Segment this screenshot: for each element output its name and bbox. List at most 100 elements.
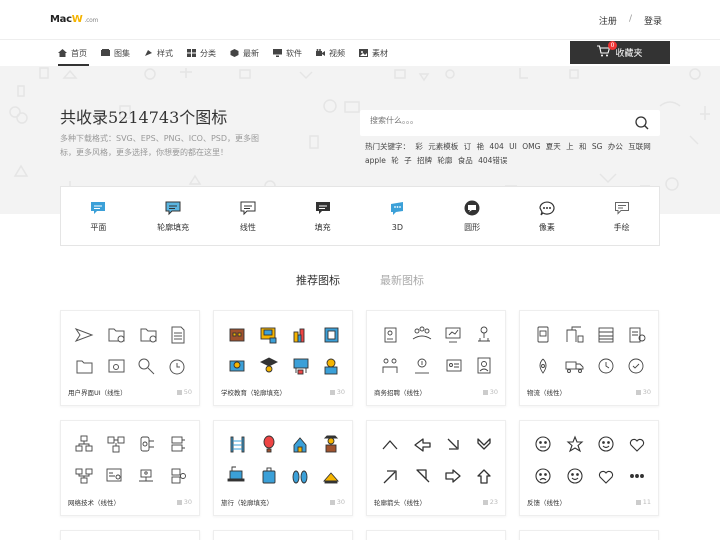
feedback-icons-preview (535, 435, 645, 484)
grid-icon (635, 389, 641, 395)
card-title: 旅行（轮廓填充） (221, 499, 273, 507)
video-icon (316, 49, 325, 57)
nav-material[interactable]: 素材 (359, 40, 402, 66)
search-icon[interactable] (634, 115, 650, 131)
category-outline-fill[interactable]: 轮廓填充 (136, 187, 211, 245)
category-label: 3D (391, 222, 403, 232)
category-filled[interactable]: 填充 (285, 187, 360, 245)
nav-latest[interactable]: 最新 (230, 40, 273, 66)
icon-set-card[interactable]: 物流（线性） 30 (519, 310, 659, 406)
icon-set-card[interactable]: 轮廓箭头（线性） 23 (366, 420, 506, 516)
icon-set-card[interactable] (60, 530, 200, 540)
card-count: 23 (482, 498, 498, 506)
nav-album[interactable]: 图集 (101, 40, 144, 66)
category-label: 手绘 (613, 222, 630, 232)
nav-style[interactable]: 样式 (144, 40, 187, 66)
category-3d[interactable]: 3D (360, 187, 435, 245)
tab-latest[interactable]: 最新图标 (380, 272, 424, 288)
category-label: 平面 (90, 222, 107, 232)
travel-icons-preview (227, 435, 339, 484)
outline-fill-chat-icon (165, 201, 181, 215)
top-bar: MacW .com 注册 / 登录 (0, 0, 720, 40)
register-link[interactable]: 注册 (599, 14, 617, 27)
nav-label: 分类 (200, 48, 216, 58)
icon-set-card[interactable] (519, 530, 659, 540)
card-title: 商务招聘（线性） (374, 389, 426, 397)
tab-recommended[interactable]: 推荐图标 (296, 272, 340, 288)
count-value: 30 (489, 388, 498, 396)
favorites-label: 收藏夹 (615, 49, 643, 59)
line-chat-icon (240, 201, 256, 215)
style-categories: 平面 轮廓填充 线性 填充 3D 圆形 像素 手绘 (60, 186, 660, 246)
login-link[interactable]: 登录 (644, 14, 662, 27)
hot-keywords[interactable]: 热门关键字： 彩 元素模板 订 艳 404 UI OMG 夏天 上 和 SG 办… (365, 140, 660, 168)
nav-label: 首页 (71, 48, 87, 58)
material-icon (359, 49, 368, 57)
search-box (360, 110, 660, 136)
category-handdrawn[interactable]: 手绘 (584, 187, 659, 245)
card-title: 用户界面UI（线性） (68, 389, 127, 397)
grid-icon (482, 389, 488, 395)
category-label: 轮廓填充 (157, 222, 190, 232)
style-icon (144, 49, 153, 57)
grid-icon (176, 499, 182, 505)
icon-set-card[interactable]: 商务招聘（线性） 30 (366, 310, 506, 406)
card-footer: 轮廓箭头（线性） 23 (374, 497, 498, 507)
logo-w: W (71, 14, 83, 25)
nav-label: 样式 (157, 48, 173, 58)
nav-video[interactable]: 视频 (316, 40, 359, 66)
grid-icon (635, 499, 641, 505)
grid-icon (176, 389, 182, 395)
logo[interactable]: MacW .com (50, 14, 98, 25)
icon-set-card[interactable]: 网络技术（线性） 30 (60, 420, 200, 516)
section-tabs: 推荐图标 最新图标 (0, 272, 720, 288)
arrow-icons-preview (382, 438, 491, 484)
card-footer: 旅行（轮廓填充） 30 (221, 497, 345, 507)
nav-home[interactable]: 首页 (58, 40, 101, 66)
card-title: 反馈（线性） (527, 499, 566, 507)
card-count: 11 (635, 498, 651, 506)
card-count: 50 (176, 388, 192, 396)
hero-subtitle: 多种下载格式：SVG、EPS、PNG、ICO、PSD，更多图标，更多风格，更多选… (60, 134, 260, 157)
category-pixel[interactable]: 像素 (510, 187, 585, 245)
auth-links: 注册 / 登录 (599, 14, 662, 27)
logo-domain: .com (84, 17, 98, 24)
education-icons-preview (229, 327, 339, 375)
category-label: 线性 (239, 222, 256, 232)
card-title: 轮廓箭头（线性） (374, 499, 426, 507)
nav-category[interactable]: 分类 (187, 40, 230, 66)
round-chat-icon (464, 200, 480, 215)
logo-text: Mac (50, 14, 72, 25)
nav-software[interactable]: 软件 (273, 40, 316, 66)
card-footer: 物流（线性） 30 (527, 387, 651, 397)
count-value: 30 (183, 498, 192, 506)
card-footer: 用户界面UI（线性） 50 (68, 387, 192, 397)
icon-set-card[interactable]: 旅行（轮廓填充） 30 (213, 420, 353, 516)
card-count: 30 (635, 388, 651, 396)
card-footer: 反馈（线性） 11 (527, 497, 651, 507)
flat-chat-icon (91, 201, 106, 214)
nav-label: 视频 (329, 48, 345, 58)
icon-set-card[interactable]: 反馈（线性） 11 (519, 420, 659, 516)
nav-label: 素材 (372, 48, 388, 58)
card-count: 30 (482, 388, 498, 396)
grid-icon (329, 389, 335, 395)
category-line[interactable]: 线性 (211, 187, 286, 245)
card-footer: 学校教育（轮廓填充） 30 (221, 387, 345, 397)
grid-icon (329, 499, 335, 505)
pixel-chat-icon (539, 200, 555, 215)
category-label: 填充 (314, 222, 331, 232)
nav-label: 图集 (114, 48, 130, 58)
category-round[interactable]: 圆形 (435, 187, 510, 245)
category-label: 圆形 (464, 222, 481, 232)
icon-set-card[interactable] (366, 530, 506, 540)
icon-set-card[interactable]: 用户界面UI（线性） 50 (60, 310, 200, 406)
icon-set-card[interactable]: 学校教育（轮廓填充） 30 (213, 310, 353, 406)
card-title: 学校教育（轮廓填充） (221, 389, 286, 397)
category-flat[interactable]: 平面 (61, 187, 136, 245)
logistics-icons-preview (537, 326, 646, 374)
favorites-count-badge: 0 (608, 41, 617, 50)
search-input[interactable] (370, 116, 620, 125)
icon-set-card[interactable] (213, 530, 353, 540)
favorites-button[interactable]: 0 收藏夹 (570, 41, 670, 64)
